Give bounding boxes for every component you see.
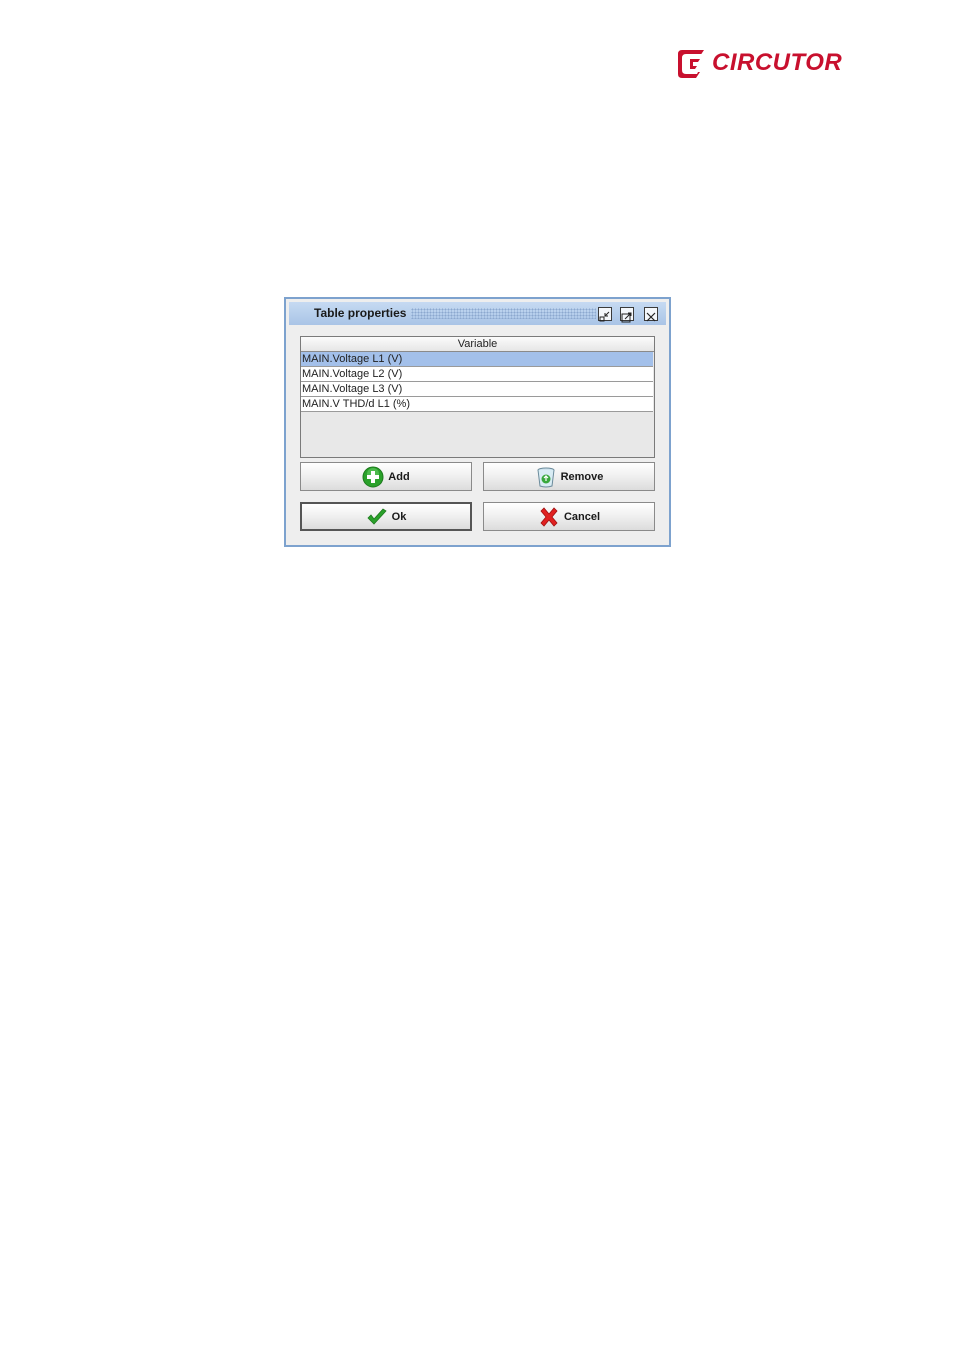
add-label: Add — [388, 470, 410, 483]
checkmark-icon — [366, 506, 388, 528]
minimize-button[interactable] — [598, 307, 612, 322]
maximize-button[interactable] — [620, 307, 634, 323]
remove-label: Remove — [560, 470, 604, 483]
variable-table[interactable]: Variable MAIN.Voltage L1 (V) MAIN.Voltag… — [300, 336, 655, 458]
cancel-x-icon — [538, 506, 560, 528]
add-button[interactable]: Add — [300, 462, 472, 491]
recycle-bin-icon — [535, 466, 557, 488]
table-properties-dialog: Table properties Variable MAIN.Voltage L… — [284, 297, 671, 547]
ok-button[interactable]: Ok — [300, 502, 472, 531]
dialog-title-bar[interactable]: Table properties — [289, 302, 666, 325]
dialog-title: Table properties — [314, 306, 407, 320]
minimize-icon — [599, 311, 610, 322]
cancel-label: Cancel — [563, 510, 601, 523]
table-row[interactable]: MAIN.Voltage L1 (V) — [301, 352, 653, 367]
circutor-emblem-icon — [678, 50, 704, 78]
close-button[interactable] — [644, 307, 658, 322]
table-rows: MAIN.Voltage L1 (V) MAIN.Voltage L2 (V) … — [301, 352, 654, 412]
table-row[interactable]: MAIN.V THD/d L1 (%) — [301, 397, 653, 412]
table-row[interactable]: MAIN.Voltage L3 (V) — [301, 382, 653, 397]
maximize-icon — [621, 312, 632, 323]
add-icon — [362, 466, 384, 488]
column-header-variable[interactable]: Variable — [301, 337, 654, 352]
title-bar-pattern — [411, 308, 596, 319]
logo-text: CIRCUTOR — [712, 49, 843, 76]
remove-button[interactable]: Remove — [483, 462, 655, 491]
circutor-logo: CIRCUTOR — [676, 46, 848, 82]
table-row[interactable]: MAIN.Voltage L2 (V) — [301, 367, 653, 382]
cancel-button[interactable]: Cancel — [483, 502, 655, 531]
ok-label: Ok — [391, 510, 407, 523]
close-icon — [646, 312, 656, 322]
